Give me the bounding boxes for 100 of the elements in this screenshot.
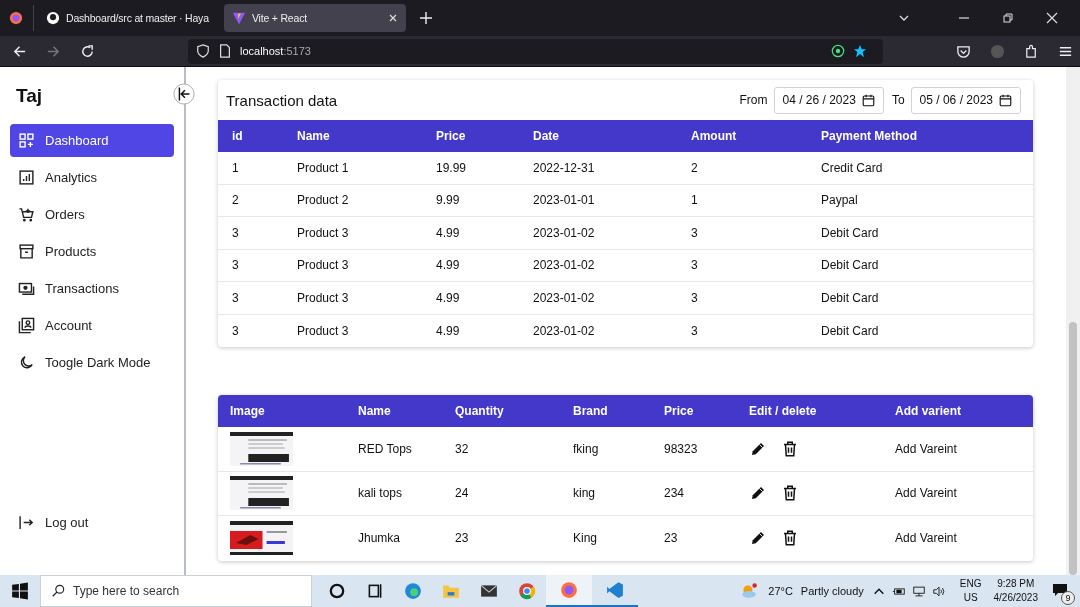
sidebar-item[interactable]: Analytics xyxy=(10,161,174,194)
windows-start-icon[interactable] xyxy=(11,582,29,600)
table-cell-text: 98323 xyxy=(664,441,699,456)
browser-tab[interactable]: Dashboard/src at master · Haya xyxy=(38,4,220,32)
table-cell-text: Debit Card xyxy=(821,290,880,305)
table-cell-text: 4.99 xyxy=(436,225,461,240)
table-cell-text: 4.99 xyxy=(436,323,461,338)
add-variant-link[interactable]: Add Vareint xyxy=(895,531,1033,546)
task-view-icon[interactable] xyxy=(366,582,384,600)
search-icon xyxy=(51,584,65,598)
table-cell-text: Jhumka xyxy=(358,531,402,546)
browser-logo-icon[interactable] xyxy=(9,11,23,25)
sidebar-item[interactable]: Transactions xyxy=(10,272,174,305)
add-variant-link[interactable]: Add Vareint xyxy=(895,441,1033,456)
logout-link[interactable]: Log out xyxy=(10,506,174,539)
folder-icon[interactable] xyxy=(442,582,460,600)
sidebar-item[interactable]: Account xyxy=(10,309,174,342)
column-header: Date xyxy=(533,129,560,143)
shield-icon[interactable] xyxy=(196,44,210,58)
network-icon[interactable] xyxy=(911,584,926,598)
cart-icon xyxy=(18,206,35,223)
table-cell-text: 3 xyxy=(232,323,240,338)
page-icon xyxy=(218,44,232,58)
profile-icon xyxy=(18,317,35,334)
table-cell-text: fking xyxy=(573,441,600,456)
logout-icon xyxy=(18,514,35,531)
column-header: Name xyxy=(297,129,331,143)
browser-logo-icon[interactable] xyxy=(560,581,578,599)
table-cell-text: 2023-01-02 xyxy=(533,323,596,338)
reload-icon[interactable] xyxy=(80,43,95,59)
star-icon[interactable] xyxy=(853,44,867,58)
new-tab-icon[interactable] xyxy=(420,12,432,24)
delete-icon[interactable] xyxy=(781,439,799,458)
weather-icon[interactable] xyxy=(740,582,759,600)
clock-time[interactable]: 9:28 PM xyxy=(997,577,1035,591)
table-cell-text: Paypal xyxy=(821,193,859,208)
scrollbar[interactable] xyxy=(1066,67,1080,575)
vite-icon xyxy=(232,11,246,25)
table-cell-text: 2023-01-02 xyxy=(533,290,596,305)
volume-icon[interactable] xyxy=(931,584,946,598)
table-cell-text: 4.99 xyxy=(436,290,461,305)
clock-date[interactable]: 4/26/2023 xyxy=(993,591,1038,605)
table-cell-text: 9.99 xyxy=(436,193,461,208)
to-label: To xyxy=(891,93,905,107)
add-variant-link[interactable]: Add Vareint xyxy=(895,486,1033,501)
moon-icon xyxy=(18,354,35,371)
sidebar-item[interactable]: Dashboard xyxy=(10,124,174,157)
table-cell-text: Credit Card xyxy=(821,160,884,175)
table-cell-text: Product 2 xyxy=(297,193,350,208)
temperature-text: 27°C xyxy=(768,585,793,597)
table-cell-text: 2022-12-31 xyxy=(533,160,596,175)
table-cell-text: 23 xyxy=(455,531,470,546)
notification-icon[interactable] xyxy=(1052,583,1068,597)
table-cell-text: Debit Card xyxy=(821,258,880,273)
table-cell-text: Product 3 xyxy=(297,323,350,338)
sidebar-item[interactable]: Products xyxy=(10,235,174,268)
column-header: Edit / delete xyxy=(749,404,818,418)
delete-icon[interactable] xyxy=(781,529,799,548)
delete-icon[interactable] xyxy=(781,484,799,503)
collapse-icon[interactable] xyxy=(173,83,195,105)
close-icon[interactable] xyxy=(388,13,398,23)
column-header: Image xyxy=(230,404,266,418)
extension-icon[interactable] xyxy=(831,44,845,58)
puzzle-icon[interactable] xyxy=(1024,43,1039,59)
table-cell-text: 3 xyxy=(691,258,699,273)
chart-icon xyxy=(18,169,35,186)
table-cell-text: RED Tops xyxy=(358,441,413,456)
sidebar-item[interactable]: Orders xyxy=(10,198,174,231)
column-header: Brand xyxy=(573,404,609,418)
weather-text: Partly cloudy xyxy=(800,585,864,597)
browser-tab[interactable]: Vite + React xyxy=(224,4,406,32)
to-date-field[interactable]: 05 / 06 / 2023 xyxy=(910,86,1021,114)
chrome-icon[interactable] xyxy=(518,582,536,600)
address-bar[interactable]: localhost:5173 xyxy=(188,38,883,64)
calendar-icon[interactable] xyxy=(861,93,875,107)
table-cell-text: 234 xyxy=(664,486,686,501)
calendar-icon[interactable] xyxy=(999,93,1012,107)
table-cell-text: 3 xyxy=(691,225,699,240)
table-cell-text: 19.99 xyxy=(436,160,468,175)
table-cell-text: 24 xyxy=(455,486,470,501)
column-header: Price xyxy=(664,404,695,418)
sidebar-item[interactable]: Toogle Dark Mode xyxy=(10,346,174,379)
from-date-field[interactable]: 04 / 26 / 2023 xyxy=(773,86,884,114)
region-text[interactable]: US xyxy=(963,591,978,605)
scroll-thumb[interactable] xyxy=(1069,322,1077,575)
restore-icon[interactable] xyxy=(1002,12,1014,24)
table-cell-text: Product 3 xyxy=(297,290,350,305)
table-cell-text: 2 xyxy=(691,160,699,175)
table-cell-text: 3 xyxy=(232,290,240,305)
language-text[interactable]: ENG xyxy=(959,577,982,591)
cortana-icon[interactable] xyxy=(328,582,346,600)
pocket-icon[interactable] xyxy=(956,43,971,59)
table-cell-text: king xyxy=(573,486,596,501)
taskbar-search-field[interactable]: Type here to search xyxy=(40,575,312,607)
mail-icon[interactable] xyxy=(480,582,498,600)
table-cell-text: 23 xyxy=(664,531,679,546)
table-cell-text: Product 3 xyxy=(297,225,350,240)
close-icon[interactable] xyxy=(1046,12,1058,24)
table-cell-text: 2 xyxy=(232,193,240,208)
table-cell-text: kali tops xyxy=(358,486,404,501)
